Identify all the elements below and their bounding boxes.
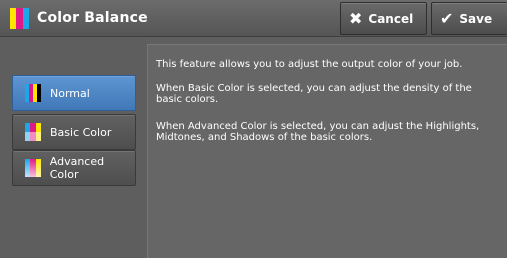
cancel-button[interactable]: ✖ Cancel — [340, 2, 427, 35]
cancel-label: Cancel — [368, 11, 414, 26]
description-paragraph: This feature allows you to adjust the ou… — [156, 59, 463, 70]
x-icon: ✖ — [349, 9, 363, 28]
option-normal[interactable]: Normal — [12, 75, 136, 111]
basic-color-icon — [25, 123, 41, 141]
save-label: Save — [459, 11, 493, 26]
option-advanced-color[interactable]: Advanced Color — [12, 150, 136, 186]
page-title: Color Balance — [37, 10, 148, 26]
checkmark-icon: ✔ — [440, 9, 454, 28]
save-button[interactable]: ✔ Save — [431, 2, 507, 35]
option-label: Advanced Color — [49, 155, 105, 181]
title-bar: Color Balance ✖ Cancel ✔ Save — [0, 0, 507, 37]
description-panel: This feature allows you to adjust the ou… — [147, 44, 507, 258]
option-label: Normal — [50, 86, 90, 100]
description-paragraph: When Basic Color is selected, you can ad… — [156, 83, 472, 105]
normal-color-icon — [25, 84, 41, 102]
advanced-color-icon — [25, 159, 41, 177]
description-paragraph: When Advanced Color is selected, you can… — [156, 121, 480, 143]
option-label: Basic Color — [50, 125, 112, 139]
option-basic-color[interactable]: Basic Color — [12, 114, 136, 150]
color-balance-icon — [10, 8, 29, 29]
options-panel: Normal Basic Color Advanced Color — [0, 37, 147, 258]
